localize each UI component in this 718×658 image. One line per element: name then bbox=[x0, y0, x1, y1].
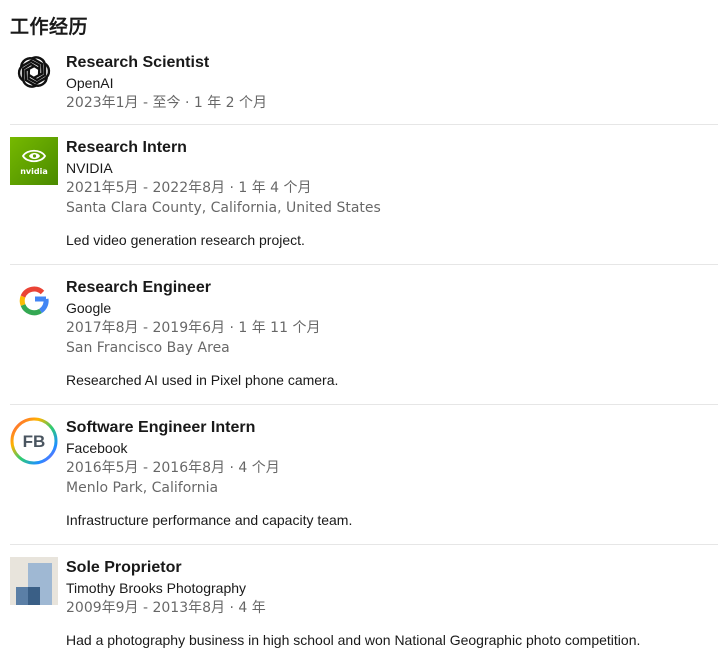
date-range: 2021年5月 - 2022年8月 · 1 年 4 个月 bbox=[66, 180, 312, 196]
role-title[interactable]: Software Engineer Intern bbox=[66, 417, 718, 438]
experience-info: Software Engineer Intern Facebook 2016年5… bbox=[66, 417, 718, 530]
location: Santa Clara County, California, United S… bbox=[66, 200, 381, 216]
company-name: NVIDIA bbox=[66, 160, 113, 176]
description: Researched AI used in Pixel phone camera… bbox=[66, 372, 339, 388]
experience-item-photography[interactable]: Sole Proprietor Timothy Brooks Photograp… bbox=[10, 557, 718, 658]
nvidia-logo-text: nvidia bbox=[20, 167, 48, 176]
experience-info: Research Engineer Google 2017年8月 - 2019年… bbox=[66, 277, 718, 390]
description: Infrastructure performance and capacity … bbox=[66, 512, 353, 528]
openai-logo-icon[interactable] bbox=[10, 52, 58, 100]
experience-item-google[interactable]: G Research Engineer Google 2017年8月 - 201… bbox=[10, 277, 718, 405]
role-title[interactable]: Research Engineer bbox=[66, 277, 718, 298]
experience-item-nvidia[interactable]: nvidia Research Intern NVIDIA 2021年5月 - … bbox=[10, 137, 718, 265]
role-title[interactable]: Research Scientist bbox=[66, 52, 718, 73]
company-name: Timothy Brooks Photography bbox=[66, 580, 247, 596]
nvidia-logo-icon[interactable]: nvidia bbox=[10, 137, 58, 185]
description: Led video generation research project. bbox=[66, 232, 305, 248]
role-title[interactable]: Research Intern bbox=[66, 137, 718, 158]
date-range: 2016年5月 - 2016年8月 · 4 个月 bbox=[66, 460, 280, 476]
facebook-logo-text: FB bbox=[23, 432, 46, 451]
date-range: 2009年9月 - 2013年8月 · 4 年 bbox=[66, 600, 266, 616]
google-logo-icon[interactable]: G bbox=[10, 277, 58, 325]
experience-info: Research Intern NVIDIA 2021年5月 - 2022年8月… bbox=[66, 137, 718, 250]
experience-item-openai[interactable]: Research Scientist OpenAI 2023年1月 - 至今 ·… bbox=[10, 52, 718, 125]
location: San Francisco Bay Area bbox=[66, 340, 230, 356]
company-name: OpenAI bbox=[66, 75, 114, 91]
date-range: 2017年8月 - 2019年6月 · 1 年 11 个月 bbox=[66, 320, 321, 336]
date-range: 2023年1月 - 至今 · 1 年 2 个月 bbox=[66, 95, 268, 111]
company-name: Facebook bbox=[66, 440, 128, 456]
section-title: 工作经历 bbox=[10, 16, 89, 38]
role-title[interactable]: Sole Proprietor bbox=[66, 557, 718, 578]
experience-info: Sole Proprietor Timothy Brooks Photograp… bbox=[66, 557, 718, 650]
location: Menlo Park, California bbox=[66, 480, 219, 496]
experience-info: Research Scientist OpenAI 2023年1月 - 至今 ·… bbox=[66, 52, 718, 113]
company-name: Google bbox=[66, 300, 112, 316]
description: Had a photography business in high schoo… bbox=[66, 632, 641, 648]
photography-logo-icon[interactable] bbox=[10, 557, 58, 605]
experience-item-facebook[interactable]: FB Software Engineer Intern Facebook 201… bbox=[10, 417, 718, 545]
facebook-fb-logo-icon[interactable]: FB bbox=[10, 417, 58, 465]
